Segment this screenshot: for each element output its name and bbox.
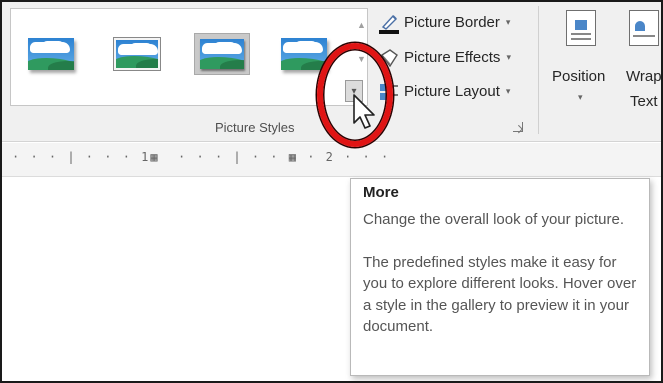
picture-thumbnail-icon (28, 38, 74, 70)
dropdown-caret-icon: ▾ (506, 51, 511, 62)
position-icon (566, 10, 596, 46)
picture-thumbnail-icon (281, 38, 327, 70)
picture-border-label: Picture Border (404, 13, 500, 31)
picture-style-2[interactable] (109, 33, 165, 75)
picture-thumbnail-icon (200, 39, 244, 69)
tooltip-title: More (363, 184, 399, 201)
tooltip-detail: The predefined styles make it easy for y… (363, 253, 637, 336)
chevron-up-icon: ▲ (357, 20, 366, 30)
picture-thumbnail-icon (114, 38, 160, 70)
mouse-pointer-icon (352, 93, 378, 136)
tooltip-body: Change the overall look of your picture.… (363, 209, 639, 338)
wrap-text-label-line2: Text ▾ (630, 93, 663, 108)
dropdown-caret-icon: ▾ (578, 92, 583, 102)
picture-style-1[interactable] (23, 33, 79, 75)
wrap-text-icon (629, 10, 659, 46)
picture-styles-group-label: Picture Styles (215, 120, 295, 135)
wrap-text-label-line1: Wrap (626, 68, 662, 85)
position-button[interactable]: Position ▾ (548, 8, 618, 108)
picture-border-button[interactable]: Picture Border ▾ (378, 11, 511, 34)
picture-styles-gallery: ▲ ▼ (10, 8, 368, 106)
picture-style-3[interactable] (194, 33, 250, 75)
picture-layout-label: Picture Layout (404, 82, 500, 100)
tooltip-description: Change the overall look of your picture. (363, 211, 624, 228)
more-tooltip: More Change the overall look of your pic… (350, 178, 650, 376)
dropdown-caret-icon: ▾ (505, 16, 511, 27)
position-label: Position (552, 68, 606, 85)
dropdown-caret-icon: ▾ (505, 85, 511, 96)
ruler-marks: · · · | · · · 1▦ · · · | · · ▦ · 2 · · · (12, 150, 391, 164)
gallery-scroll-up-button[interactable]: ▲ (354, 9, 369, 41)
picture-layout-button[interactable]: Picture Layout ▾ (378, 80, 510, 102)
picture-border-icon (378, 12, 400, 34)
wrap-text-button[interactable]: Wrap Text ▾ (626, 8, 663, 108)
group-separator (538, 6, 539, 134)
picture-effects-label: Picture Effects (404, 48, 501, 66)
picture-effects-button[interactable]: Picture Effects ▾ (378, 46, 511, 68)
horizontal-ruler[interactable]: · · · | · · · 1▦ · · · | · · ▦ · 2 · · · (0, 143, 663, 177)
dialog-launcher-icon[interactable] (513, 122, 523, 132)
